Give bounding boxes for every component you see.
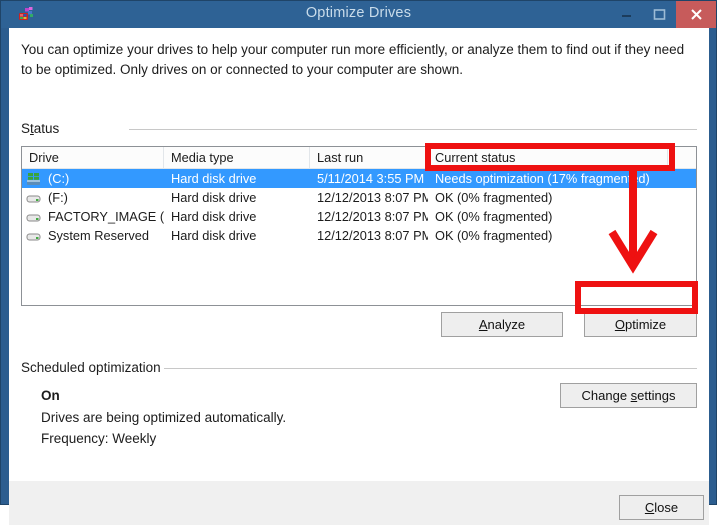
close-accel-char: C <box>644 500 655 515</box>
client-area: You can optimize your drives to help you… <box>9 28 709 525</box>
analyze-button-label: Analyze <box>478 317 526 332</box>
close-button-label: Close <box>644 500 679 515</box>
schedule-description: Drives are being optimized automatically… <box>41 410 287 425</box>
cell-last-run: 5/11/2014 3:55 PM <box>317 171 425 186</box>
title-bar[interactable]: Optimize Drives <box>1 1 716 28</box>
column-header-media-type[interactable]: Media type <box>164 147 310 168</box>
table-row[interactable]: System Reserved Hard disk drive 12/12/20… <box>22 226 696 245</box>
schedule-state: On <box>41 388 60 403</box>
drive-list[interactable]: Drive Media type Last run Current status <box>21 146 697 306</box>
change-settings-button-label: Change settings <box>581 388 676 403</box>
minimize-icon <box>622 15 631 17</box>
column-header-spacer <box>668 147 696 168</box>
table-row[interactable]: FACTORY_IMAGE (... Hard disk drive 12/12… <box>22 207 696 226</box>
cell-drive: FACTORY_IMAGE (... <box>48 209 164 224</box>
cell-current-status: OK (0% fragmented) <box>435 209 553 224</box>
maximize-button[interactable] <box>643 1 676 28</box>
status-accel-prefix: S <box>21 121 31 136</box>
cell-media-type: Hard disk drive <box>171 228 257 243</box>
change-settings-button[interactable]: Change settings <box>560 383 697 408</box>
intro-text: You can optimize your drives to help you… <box>21 42 685 77</box>
drive-list-header: Drive Media type Last run Current status <box>22 147 696 169</box>
column-header-last-run[interactable]: Last run <box>310 147 428 168</box>
drive-list-rows: (C:) Hard disk drive 5/11/2014 3:55 PM N… <box>22 169 696 245</box>
status-group-divider <box>129 129 697 130</box>
optimize-button-label: Optimize <box>614 317 667 332</box>
status-accel-suffix: atus <box>33 121 60 136</box>
change-settings-accel-char: s <box>630 388 638 403</box>
cell-media-type: Hard disk drive <box>171 171 257 186</box>
close-icon <box>690 9 702 20</box>
optimize-accel-char: O <box>614 317 625 332</box>
cell-last-run: 12/12/2013 8:07 PM <box>317 190 428 205</box>
close-window-button[interactable] <box>676 1 716 28</box>
minimize-button[interactable] <box>610 1 643 28</box>
cell-last-run: 12/12/2013 8:07 PM <box>317 209 428 224</box>
table-row[interactable]: (F:) Hard disk drive 12/12/2013 8:07 PM … <box>22 188 696 207</box>
dialog-footer <box>9 481 709 525</box>
cell-current-status: OK (0% fragmented) <box>435 190 553 205</box>
cell-last-run: 12/12/2013 8:07 PM <box>317 228 428 243</box>
schedule-frequency: Frequency: Weekly <box>41 431 157 446</box>
optimize-button[interactable]: Optimize <box>584 312 697 337</box>
column-header-drive[interactable]: Drive <box>22 147 164 168</box>
column-header-current-status[interactable]: Current status <box>428 147 668 168</box>
table-row[interactable]: (C:) Hard disk drive 5/11/2014 3:55 PM N… <box>22 169 696 188</box>
analyze-accel-char: A <box>478 317 488 332</box>
cell-drive: System Reserved <box>48 228 149 243</box>
cell-current-status: OK (0% fragmented) <box>435 228 553 243</box>
scheduled-group-divider <box>164 368 697 369</box>
scheduled-group-label: Scheduled optimization <box>21 360 161 375</box>
maximize-icon <box>653 9 666 20</box>
cell-media-type: Hard disk drive <box>171 190 257 205</box>
cell-current-status: Needs optimization (17% fragmented) <box>435 171 650 186</box>
analyze-button[interactable]: Analyze <box>441 312 563 337</box>
cell-drive: (C:) <box>48 171 70 186</box>
cell-media-type: Hard disk drive <box>171 209 257 224</box>
cell-drive: (F:) <box>48 190 68 205</box>
optimize-drives-window: Optimize Drives You can optimize your dr… <box>0 0 717 525</box>
close-button[interactable]: Close <box>619 495 704 520</box>
window-title: Optimize Drives <box>305 5 412 21</box>
status-group-label: Status <box>21 121 59 136</box>
